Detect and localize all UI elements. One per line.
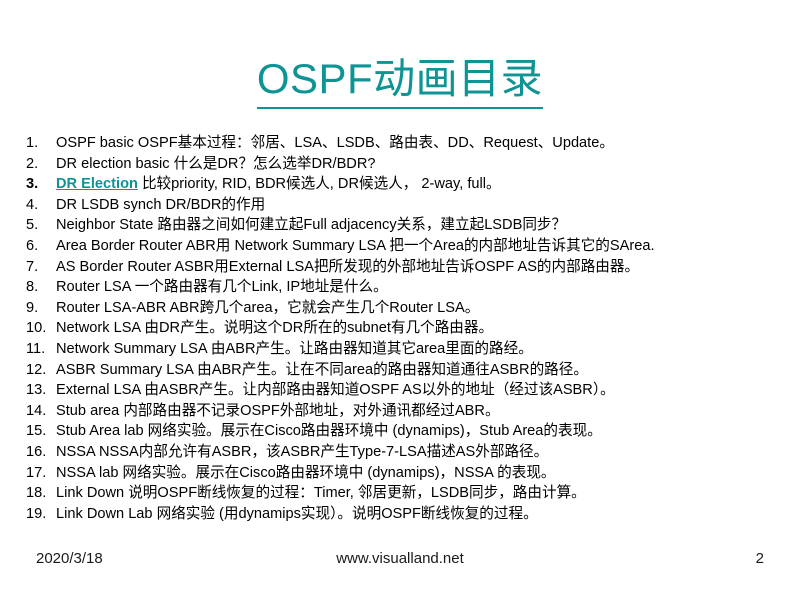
list-item-text: Link Down 说明OSPF断线恢复的过程：Timer, 邻居更新，LSDB… (56, 485, 586, 502)
list-item-number: 16. (26, 443, 47, 460)
list-item-number: 8. (26, 279, 39, 296)
list-item: 7. AS Border Router ASBR用External LSA把所发现… (26, 257, 782, 278)
list-item-text: Router LSA-ABR ABR跨几个area，它就会产生几个Router … (56, 299, 480, 316)
list-item-text: Network LSA 由DR产生。说明这个DR所在的subnet有几个路由器。 (56, 320, 494, 337)
list-item: 14. Stub area 内部路由器不记录OSPF外部地址，对外通讯都经过ABR… (26, 401, 782, 422)
list-item: 10. Network LSA 由DR产生。说明这个DR所在的subnet有几个路… (26, 318, 782, 339)
list-item-text: External LSA 由ASBR产生。让内部路由器知道OSPF AS以外的地… (56, 382, 615, 399)
list-item: 2. DR election basic 什么是DR？怎么选举DR/BDR? (26, 154, 782, 175)
list-item-text: Network Summary LSA 由ABR产生。让路由器知道其它area里… (56, 340, 533, 357)
list-item-text: OSPF basic OSPF基本过程：邻居、LSA、LSDB、路由表、DD、R… (56, 135, 614, 151)
list-item: 9. Router LSA-ABR ABR跨几个area，它就会产生几个Route… (26, 298, 782, 319)
toc-list: 1. OSPF basic OSPF基本过程：邻居、LSA、LSDB、路由表、DD… (26, 133, 782, 524)
slide-footer: 2020/3/18 www.visualland.net 2 (0, 548, 800, 570)
list-item-text: Stub Area lab 网络实验。展示在Cisco路由器环境中 (dynam… (56, 423, 602, 440)
list-item-text-rest: 比较priority, RID, BDR候选人, DR候选人， 2-way, f… (137, 176, 501, 193)
footer-page-number: 2 (755, 550, 764, 567)
list-item[interactable]: 3. DR Election 比较priority, RID, BDR候选人, D… (26, 174, 782, 195)
list-item-number: 11. (26, 340, 46, 357)
page-title: OSPF动画目录 (256, 54, 544, 109)
list-item: 13. External LSA 由ASBR产生。让内部路由器知道OSPF AS以… (26, 380, 782, 401)
slide-canvas: OSPF动画目录 1. OSPF basic OSPF基本过程：邻居、LSA、LS… (0, 0, 800, 600)
footer-website: www.visualland.net (336, 550, 464, 567)
list-item-number: 13. (26, 382, 47, 399)
list-item-number: 3. (26, 176, 39, 193)
list-item-text: Stub area 内部路由器不记录OSPF外部地址，对外通讯都经过ABR。 (56, 402, 500, 419)
list-item: 4. DR LSDB synch DR/BDR的作用 (26, 195, 782, 216)
list-item-number: 17. (26, 464, 47, 481)
list-item: 18. Link Down 说明OSPF断线恢复的过程：Timer, 邻居更新，L… (26, 483, 782, 504)
list-item-text: Neighbor State 路由器之间如何建立起Full adjacency关… (56, 217, 567, 234)
list-item-text: ASBR Summary LSA 由ABR产生。让在不同area的路由器知道通往… (56, 361, 588, 378)
list-item-hyperlink[interactable]: DR Election (56, 176, 138, 192)
list-item-number: 6. (26, 237, 39, 254)
list-item-text: Area Border Router ABR用 Network Summary … (56, 237, 655, 254)
list-item-number: 1. (26, 135, 39, 151)
list-item-number: 14. (26, 402, 47, 419)
list-item: 15. Stub Area lab 网络实验。展示在Cisco路由器环境中 (dy… (26, 421, 782, 442)
list-item: 1. OSPF basic OSPF基本过程：邻居、LSA、LSDB、路由表、DD… (26, 133, 782, 154)
list-item: 16. NSSA NSSA内部允许有ASBR，该ASBR产生Type-7-LSA描… (26, 442, 782, 463)
list-item-number: 5. (26, 217, 39, 234)
list-item-number: 7. (26, 258, 39, 275)
list-item-number: 19. (26, 505, 47, 522)
list-item-text: DR election basic 什么是DR？怎么选举DR/BDR? (56, 155, 376, 172)
list-item-text: NSSA NSSA内部允许有ASBR，该ASBR产生Type-7-LSA描述AS… (56, 443, 549, 460)
list-item-text: DR Election 比较priority, RID, BDR候选人, DR候… (56, 174, 782, 195)
title-container: OSPF动画目录 (0, 54, 800, 109)
list-item: 19. Link Down Lab 网络实验 (用dynamips实现）。说明OS… (26, 504, 782, 525)
list-item-number: 2. (26, 155, 39, 172)
list-item: 11. Network Summary LSA 由ABR产生。让路由器知道其它ar… (26, 339, 782, 360)
list-item-number: 12. (26, 361, 47, 378)
list-item-number: 18. (26, 485, 47, 502)
list-item-text: Link Down Lab 网络实验 (用dynamips实现）。说明OSPF断… (56, 505, 538, 522)
list-item-text: AS Border Router ASBR用External LSA把所发现的外… (56, 258, 640, 275)
list-item-number: 9. (26, 299, 39, 316)
list-item-text: DR LSDB synch DR/BDR的作用 (56, 196, 266, 213)
list-item: 6. Area Border Router ABR用 Network Summar… (26, 236, 782, 257)
list-item-text: Router LSA 一个路由器有几个Link, IP地址是什么。 (56, 279, 388, 296)
list-item-number: 10. (26, 320, 47, 337)
list-item: 8. Router LSA 一个路由器有几个Link, IP地址是什么。 (26, 277, 782, 298)
list-item-number: 4. (26, 196, 39, 213)
list-item-number: 15. (26, 423, 47, 440)
list-item: 12. ASBR Summary LSA 由ABR产生。让在不同area的路由器知… (26, 360, 782, 381)
list-item: 5. Neighbor State 路由器之间如何建立起Full adjacenc… (26, 215, 782, 236)
list-item-text: NSSA lab 网络实验。展示在Cisco路由器环境中 (dynamips)，… (56, 464, 556, 481)
list-item: 17. NSSA lab 网络实验。展示在Cisco路由器环境中 (dynamip… (26, 463, 782, 484)
